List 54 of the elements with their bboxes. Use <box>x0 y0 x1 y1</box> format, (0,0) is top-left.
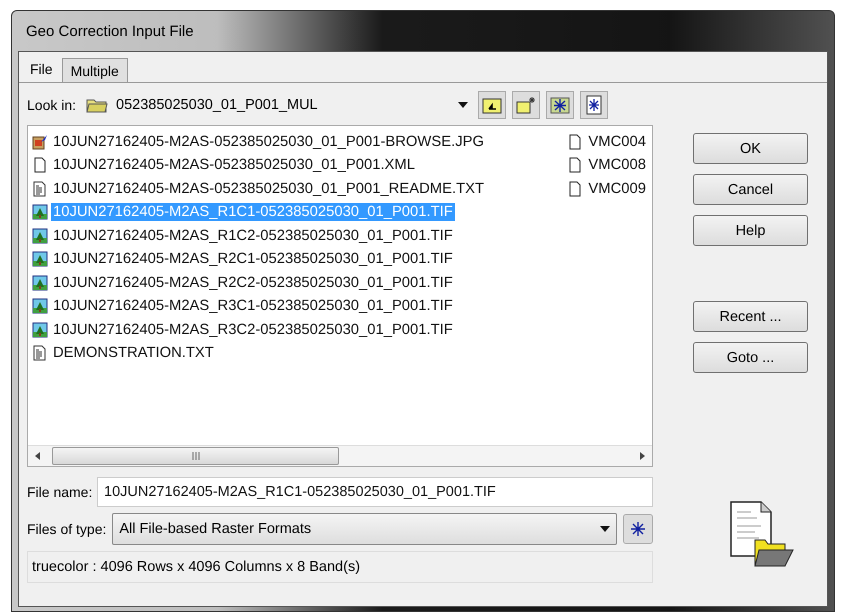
raster-file-icon <box>32 204 48 220</box>
file-name-label: File name: <box>27 484 91 500</box>
caret-icon <box>458 102 468 108</box>
file-item[interactable]: 10JUN27162405-M2AS_R1C2-052385025030_01_P001.TIF <box>51 226 455 245</box>
scrollbar-thumb[interactable] <box>52 447 339 465</box>
file-item[interactable]: 10JUN27162405-M2AS-052385025030_01_P001.XML <box>51 156 417 174</box>
dialog-button[interactable]: Help <box>693 215 808 246</box>
caret-icon <box>600 526 610 532</box>
file-item[interactable]: 10JUN27162405-M2AS-052385025030_01_P001_README.TXT <box>51 180 486 198</box>
files-of-type-label: Files of type: <box>27 521 106 537</box>
file-item[interactable]: 10JUN27162405-M2AS_R3C2-052385025030_01_P001.TIF <box>51 320 455 339</box>
new-file-button[interactable] <box>580 91 608 119</box>
raster-file-icon <box>32 228 48 244</box>
raster-file-icon <box>32 251 48 268</box>
file-type-dropdown[interactable]: All File-based Raster Formats <box>112 513 617 545</box>
document-icon <box>567 134 584 150</box>
text-file-icon <box>32 180 48 197</box>
look-in-dropdown[interactable]: 052385025030_01_P001_MUL <box>82 92 472 118</box>
file-item[interactable]: VMC004 <box>586 132 648 151</box>
dialog-button[interactable]: OK <box>693 133 808 164</box>
window-title: Geo Correction Input File <box>26 22 194 40</box>
dialog-button[interactable]: Goto ... <box>693 342 808 373</box>
dialog-button[interactable]: Cancel <box>693 174 808 205</box>
raster-file-icon <box>32 322 48 338</box>
file-item[interactable]: 10JUN27162405-M2AS_R2C1-052385025030_01_P001.TIF <box>51 250 455 268</box>
image-file-icon <box>32 134 48 150</box>
folder-icon <box>86 97 108 113</box>
look-in-label: Look in: <box>27 97 76 113</box>
catalog-button[interactable] <box>546 91 574 119</box>
file-name-field[interactable]: 10JUN27162405-M2AS_R1C1-052385025030_01_P001.TIF <box>97 477 653 507</box>
text-file-icon <box>32 345 48 362</box>
scroll-left-icon[interactable] <box>34 452 42 460</box>
scroll-right-icon[interactable] <box>638 452 646 460</box>
star-icon <box>630 521 646 537</box>
document-icon <box>32 157 48 174</box>
filter-button[interactable] <box>623 514 653 544</box>
raster-file-icon <box>32 298 48 314</box>
file-item[interactable]: 10JUN27162405-M2AS_R3C1-052385025030_01_P001.TIF <box>51 297 455 316</box>
raster-file-icon <box>32 274 48 291</box>
document-icon <box>567 180 584 197</box>
new-file-icon <box>586 95 602 115</box>
file-item[interactable]: VMC008 <box>586 156 648 174</box>
file-item[interactable]: DEMONSTRATION.TXT <box>51 344 216 362</box>
new-folder-icon <box>516 96 536 114</box>
tab[interactable]: Multiple <box>62 58 128 82</box>
file-item[interactable]: VMC009 <box>586 180 648 198</box>
up-folder-button[interactable] <box>478 91 506 119</box>
status-text: truecolor : 4096 Rows x 4096 Columns x 8 Band(s) <box>32 559 360 575</box>
new-folder-button[interactable] <box>512 91 540 119</box>
document-icon <box>567 157 584 174</box>
up-folder-icon <box>482 96 502 114</box>
file-item[interactable]: 10JUN27162405-M2AS-052385025030_01_P001-BROWSE.JPG <box>51 132 486 151</box>
file-item[interactable]: 10JUN27162405-M2AS_R2C2-052385025030_01_P001.TIF <box>51 274 455 292</box>
dialog-button[interactable]: Recent ... <box>693 301 808 332</box>
